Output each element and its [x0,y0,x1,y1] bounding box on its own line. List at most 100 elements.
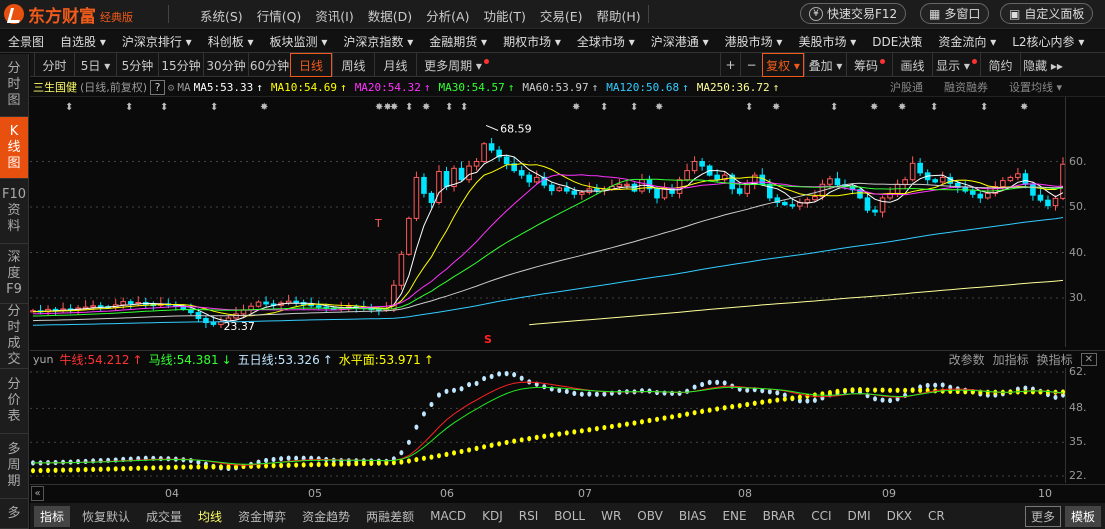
period-7[interactable]: 周线 [332,53,374,77]
candle[interactable] [834,171,841,187]
indicator-tab-6[interactable]: 两融差额 [358,508,422,525]
indicator-tab-3[interactable]: 均线 [190,508,230,525]
candle[interactable] [315,300,322,311]
candle[interactable] [67,304,74,314]
tool-6[interactable]: 显示 ▾ [932,53,980,77]
nav-item-2[interactable]: 沪深京排行 ▾ [114,33,200,50]
event-arrow-icon[interactable]: ⬍ [160,102,168,113]
candle[interactable] [586,182,593,195]
candle[interactable] [1007,175,1014,182]
candle[interactable] [684,163,690,182]
candle[interactable] [526,172,533,187]
candle[interactable] [909,156,916,182]
candle[interactable] [150,301,157,311]
ma-link-0[interactable]: 沪股通 [890,79,923,95]
candle[interactable] [398,250,405,290]
indicator-tab-16[interactable]: CCI [803,509,839,523]
candle[interactable] [872,206,878,217]
candle[interactable] [669,184,675,197]
event-arrow-icon[interactable]: ⬍ [65,102,73,113]
period-0[interactable]: 分时 [34,53,74,77]
quick-trade-button[interactable]: ¥ 快速交易F12 [800,3,907,24]
tool-5[interactable]: 画线 [892,53,932,77]
nav-item-7[interactable]: 期权市场 ▾ [495,33,569,50]
indicator-tab-19[interactable]: CR [920,509,953,523]
candle[interactable] [518,165,525,179]
period-9[interactable]: 更多周期 ▾ [416,53,496,77]
help-icon[interactable]: ? [150,79,165,95]
candle[interactable] [857,187,863,200]
indicator-tab-7[interactable]: MACD [422,509,474,523]
candle[interactable] [744,179,751,197]
event-star-icon[interactable]: ✸ [772,102,780,113]
candle[interactable] [699,157,705,171]
candle[interactable] [782,200,788,207]
indicator-action-1[interactable]: 加指标 [993,351,1029,368]
candle[interactable] [406,216,412,256]
event-star-icon[interactable]: ✸ [898,102,906,113]
event-arrow-icon[interactable]: ⬍ [600,102,608,113]
candle[interactable] [932,177,938,184]
sidebar-tab-3[interactable]: 深度F9 [0,244,28,304]
gear-icon[interactable]: ⚙ [168,81,175,94]
indicator-tab-21[interactable]: 模板 [1064,505,1101,527]
candle[interactable] [112,299,119,311]
candle[interactable] [556,186,563,192]
candle[interactable] [1000,177,1006,192]
indicator-tab-15[interactable]: BRAR [755,509,804,523]
candle[interactable] [594,184,600,194]
candle[interactable] [548,181,555,196]
event-arrow-icon[interactable]: ⬍ [460,102,468,113]
period-1[interactable]: 5日 ▾ [74,53,116,77]
indicator-tab-5[interactable]: 资金趋势 [294,508,358,525]
period-8[interactable]: 月线 [374,53,416,77]
menu-item-1[interactable]: 行情(Q) [257,6,302,25]
event-arrow-icon[interactable]: ⬍ [125,102,133,113]
event-star-icon[interactable]: ✸ [422,102,430,113]
event-star-icon[interactable]: ✸ [260,102,268,113]
nav-item-9[interactable]: 沪深港通 ▾ [643,33,717,50]
menu-item-6[interactable]: 交易(E) [540,6,583,25]
period-4[interactable]: 30分钟 [203,53,248,77]
nav-item-10[interactable]: 港股市场 ▾ [717,33,791,50]
candle[interactable] [481,141,487,163]
tool-4[interactable]: 筹码 [846,53,892,77]
candle[interactable] [127,299,134,309]
sidebar-tab-5[interactable]: 分价表 [0,369,28,434]
candle[interactable] [1015,167,1021,181]
candle[interactable] [421,173,427,198]
indicator-tab-9[interactable]: RSI [511,509,547,523]
nav-item-11[interactable]: 美股市场 ▾ [790,33,864,50]
menu-item-0[interactable]: 系统(S) [200,6,243,25]
candle[interactable] [466,160,472,183]
indicator-tab-0[interactable]: 指标 [34,505,71,527]
ma-link-1[interactable]: 融资融券 [944,79,988,95]
scroll-left-button[interactable]: « [31,486,44,501]
menu-item-3[interactable]: 数据(D) [368,6,412,25]
candle[interactable] [458,161,465,182]
ma-link-2[interactable]: 设置均线 ▾ [1009,79,1062,95]
sidebar-tab-0[interactable]: 分时图 [0,54,28,117]
sidebar-tab-7[interactable]: 多 [0,499,28,529]
tool-2[interactable]: 复权 ▾ [762,53,804,77]
event-star-icon[interactable]: ✸ [572,102,580,113]
candle[interactable] [939,171,946,185]
candle[interactable] [473,157,480,171]
candle[interactable] [97,302,104,312]
indicator-action-0[interactable]: 改参数 [949,351,985,368]
candle[interactable] [1022,169,1029,189]
tool-7[interactable]: 简约 [980,53,1020,77]
candle[interactable] [947,173,954,188]
event-star-icon[interactable]: ✸ [390,102,398,113]
candle[interactable] [902,176,908,190]
period-6[interactable]: 日线 [290,53,332,77]
candle[interactable] [413,171,420,222]
candle[interactable] [37,304,44,315]
candle[interactable] [496,146,502,162]
period-3[interactable]: 15分钟 [158,53,203,77]
indicator-tab-14[interactable]: ENE [714,509,754,523]
nav-item-3[interactable]: 科创板 ▾ [200,33,262,50]
candle[interactable] [391,280,397,313]
event-arrow-icon[interactable]: ⬍ [980,102,988,113]
indicator-tab-17[interactable]: DMI [840,509,879,523]
